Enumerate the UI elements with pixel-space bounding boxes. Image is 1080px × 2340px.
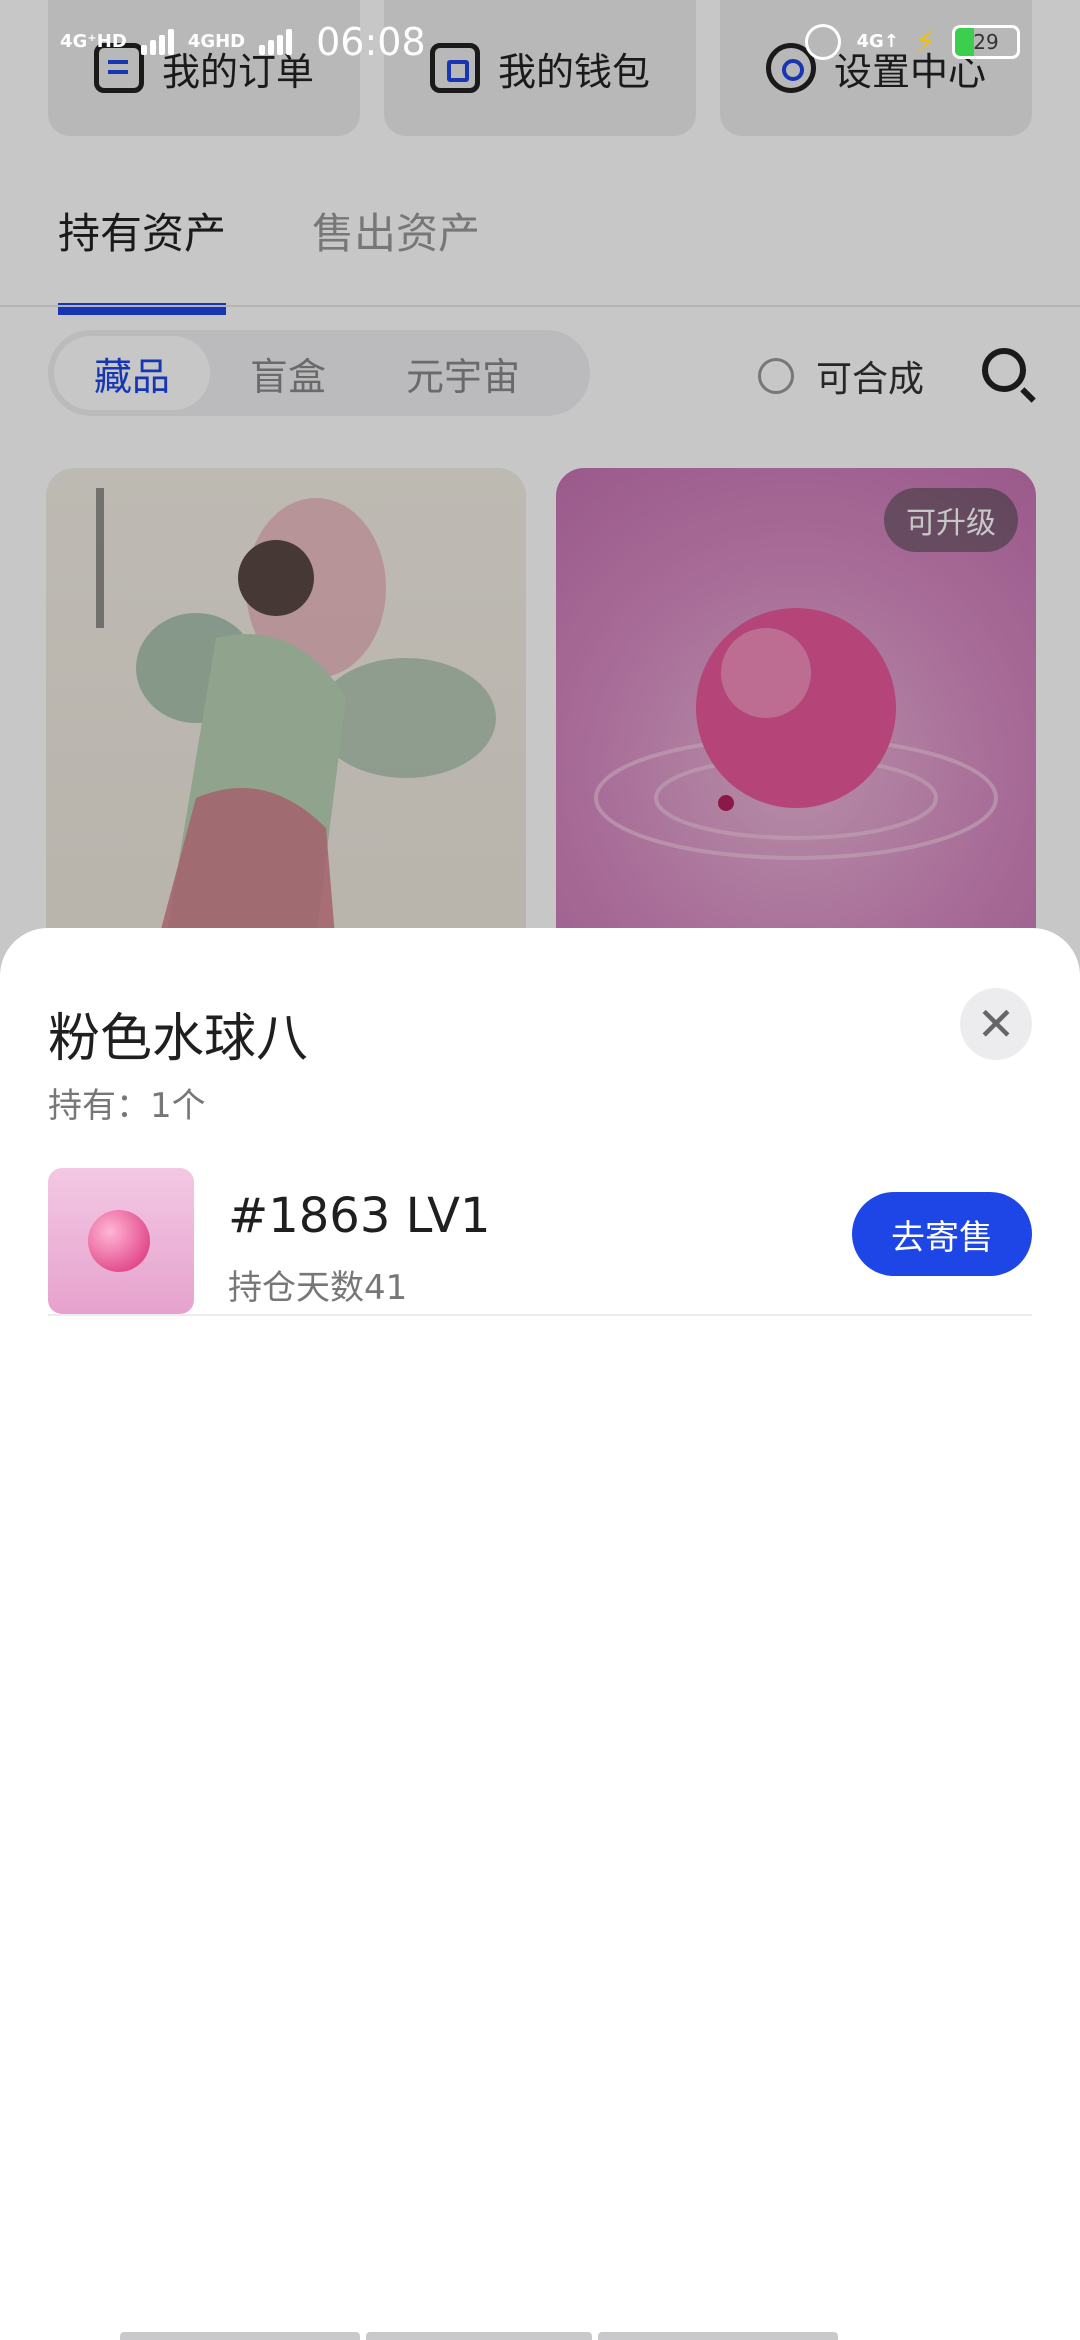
- network-indicator-2: 4GHD: [187, 31, 246, 52]
- status-time: 06:08: [316, 20, 426, 64]
- battery-level: 29: [973, 30, 999, 54]
- battery-icon: 29: [952, 25, 1020, 59]
- alarm-icon: [804, 24, 841, 60]
- sheet-title: 粉色水球八: [48, 1009, 309, 1069]
- held-count: 持有：1个: [48, 1086, 206, 1126]
- charging-icon: ⚡: [914, 24, 936, 60]
- consign-button[interactable]: 去寄售: [852, 1192, 1032, 1276]
- close-icon[interactable]: ✕: [960, 988, 1032, 1060]
- list-item: #1863 LV1 持仓天数41 去寄售: [48, 1168, 1032, 1316]
- signal-icon-2: [259, 29, 293, 55]
- status-bar: 4G⁺HD 4GHD 06:08 4G↑ ⚡ 29: [0, 0, 1080, 84]
- signal-icon: [140, 29, 174, 55]
- balloon-icon: [88, 1210, 150, 1272]
- item-id: #1863 LV1: [228, 1188, 491, 1244]
- bottom-sheet: 粉色水球八 持有：1个 ✕ #1863 LV1 持仓天数41 去寄售: [0, 928, 1080, 2340]
- network-indicator-3: 4G↑: [856, 31, 899, 52]
- network-indicator: 4G⁺HD: [60, 31, 127, 52]
- bottom-indicator: [120, 2332, 838, 2340]
- item-thumbnail: [48, 1168, 194, 1314]
- holding-days: 持仓天数41: [228, 1268, 408, 1308]
